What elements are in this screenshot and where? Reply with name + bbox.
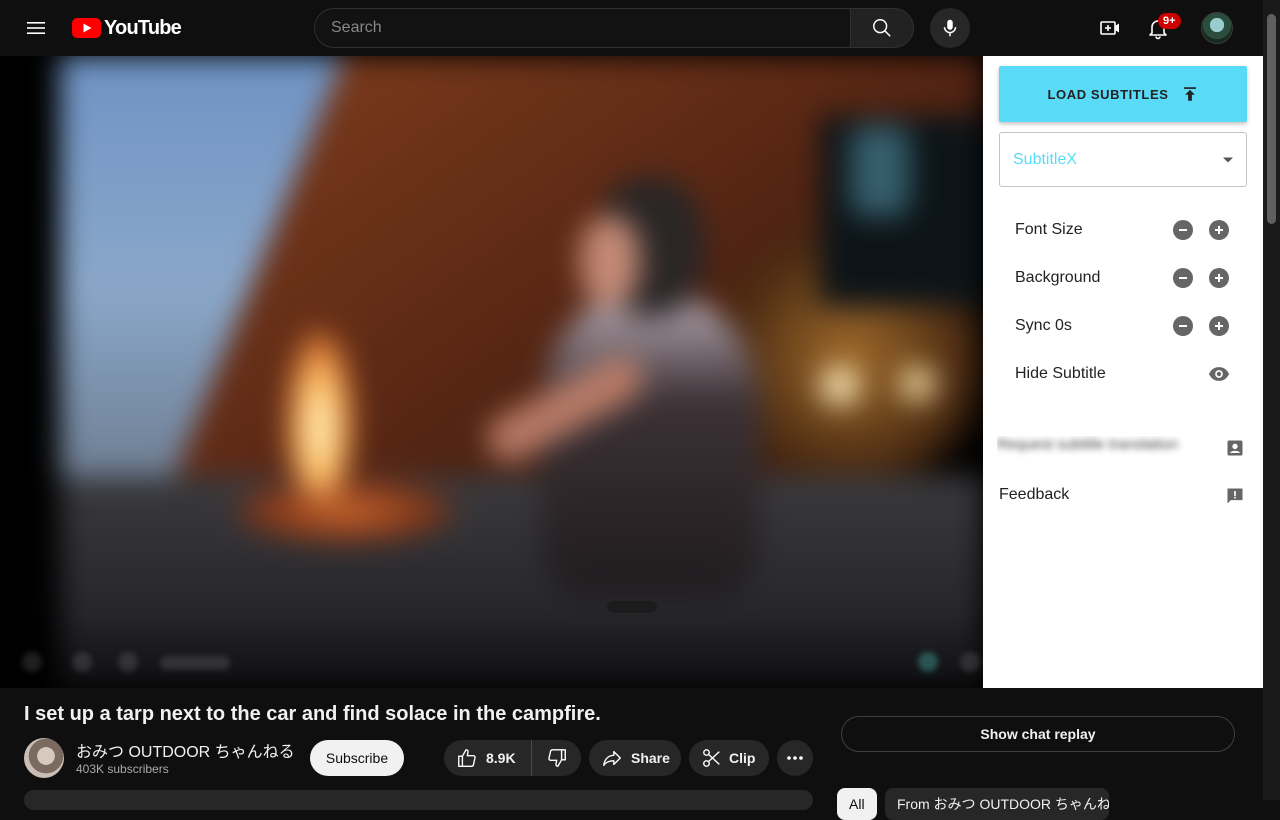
chip-all[interactable]: All — [837, 788, 877, 820]
chip-from-channel[interactable]: From おみつ OUTDOOR ちゃんねる — [885, 788, 1109, 820]
like-dislike-group: 8.9K — [444, 740, 581, 776]
clip-button[interactable]: Clip — [689, 740, 769, 776]
hide-subtitle-toggle[interactable] — [1207, 362, 1231, 386]
search-icon — [873, 19, 891, 37]
create-video-icon — [1100, 21, 1119, 35]
share-icon — [603, 750, 621, 767]
channel-avatar[interactable] — [24, 738, 64, 778]
video-player[interactable] — [0, 56, 983, 688]
logo-text: YouTube — [104, 16, 182, 39]
sync-row: Sync 0s — [999, 304, 1247, 348]
youtube-play-icon — [72, 18, 101, 38]
font-size-decrease-button[interactable] — [1173, 220, 1193, 240]
thumb-up-icon — [458, 749, 476, 767]
voice-search-button[interactable] — [930, 8, 970, 48]
subtitle-source-select[interactable]: SubtitleX — [999, 132, 1247, 187]
volume-button[interactable] — [118, 652, 138, 672]
sync-increase-button[interactable] — [1209, 316, 1229, 336]
hamburger-icon — [27, 22, 45, 34]
plus-circle-icon — [1215, 226, 1223, 234]
scrollbar-thumb[interactable] — [1267, 14, 1276, 224]
account-avatar[interactable] — [1201, 12, 1233, 44]
background-decrease-button[interactable] — [1173, 268, 1193, 288]
video-frame — [60, 56, 983, 688]
masthead: YouTube 9+ — [0, 0, 1280, 56]
search-input[interactable] — [314, 8, 850, 48]
minus-circle-icon — [1179, 277, 1187, 279]
font-size-label: Font Size — [1015, 221, 1083, 238]
notification-badge: 9+ — [1158, 13, 1181, 29]
eye-icon — [1208, 367, 1230, 381]
feedback-icon — [1227, 488, 1243, 504]
load-subtitles-button[interactable]: LOAD SUBTITLES — [999, 66, 1247, 122]
font-size-row: Font Size — [999, 208, 1247, 252]
player-controls-shade — [0, 616, 983, 688]
subscribe-button[interactable]: Subscribe — [310, 740, 404, 776]
show-chat-replay-button[interactable]: Show chat replay — [841, 716, 1235, 752]
subtitlex-player-button[interactable] — [918, 652, 938, 672]
channel-name[interactable]: おみつ OUTDOOR ちゃんねる — [76, 738, 295, 762]
upload-arrow-icon — [1183, 87, 1196, 101]
minus-circle-icon — [1179, 229, 1187, 231]
search-box — [314, 8, 914, 48]
sync-decrease-button[interactable] — [1173, 316, 1193, 336]
load-subtitles-label: LOAD SUBTITLES — [1047, 86, 1169, 102]
plus-circle-icon — [1215, 274, 1223, 282]
subtitle-drag-handle[interactable] — [607, 601, 657, 613]
feedback-label[interactable]: Feedback — [999, 486, 1069, 504]
subtitle-source-value: SubtitleX — [1013, 150, 1078, 168]
background-label: Background — [1015, 269, 1101, 286]
sync-label: Sync 0s — [1015, 317, 1072, 334]
youtube-logo[interactable]: YouTube — [72, 16, 182, 40]
subtitlex-panel: LOAD SUBTITLES SubtitleX Font Size Backg… — [983, 56, 1263, 688]
minus-circle-icon — [1179, 325, 1187, 327]
like-count: 8.9K — [486, 750, 516, 766]
next-button[interactable] — [72, 652, 92, 672]
caret-down-icon — [1223, 157, 1233, 162]
microphone-icon — [943, 19, 957, 37]
description-box[interactable] — [24, 790, 813, 810]
contact-card-icon — [1227, 440, 1243, 456]
search-button[interactable] — [850, 8, 914, 48]
create-button[interactable] — [1090, 8, 1130, 48]
video-title: I set up a tarp next to the car and find… — [24, 703, 601, 725]
contact-button[interactable] — [1223, 436, 1247, 460]
subscriber-count: 403K subscribers — [76, 762, 169, 776]
plus-circle-icon — [1215, 322, 1223, 330]
time-display — [160, 656, 230, 670]
font-size-increase-button[interactable] — [1209, 220, 1229, 240]
notifications-button[interactable]: 9+ — [1138, 8, 1181, 48]
more-actions-button[interactable] — [777, 740, 813, 776]
hide-subtitle-label: Hide Subtitle — [1015, 365, 1106, 382]
clip-label: Clip — [729, 750, 756, 766]
background-row: Background — [999, 256, 1247, 300]
background-increase-button[interactable] — [1209, 268, 1229, 288]
blurred-menu-item[interactable]: Request subtitle translation — [997, 436, 1197, 460]
share-label: Share — [631, 750, 670, 766]
dislike-button[interactable] — [532, 740, 581, 776]
thumb-down-icon — [547, 749, 566, 767]
more-horizontal-icon — [787, 756, 803, 760]
blurred-menu-item-text: Request subtitle translation — [997, 436, 1178, 453]
hide-subtitle-row: Hide Subtitle — [999, 352, 1247, 396]
like-button[interactable]: 8.9K — [444, 740, 532, 776]
play-button[interactable] — [22, 652, 42, 672]
share-button[interactable]: Share — [589, 740, 681, 776]
page-scrollbar[interactable] — [1263, 0, 1280, 800]
guide-menu-button[interactable] — [16, 8, 56, 48]
scissors-icon — [703, 749, 720, 767]
feedback-button[interactable] — [1223, 484, 1247, 508]
fullscreen-button[interactable] — [960, 652, 980, 672]
